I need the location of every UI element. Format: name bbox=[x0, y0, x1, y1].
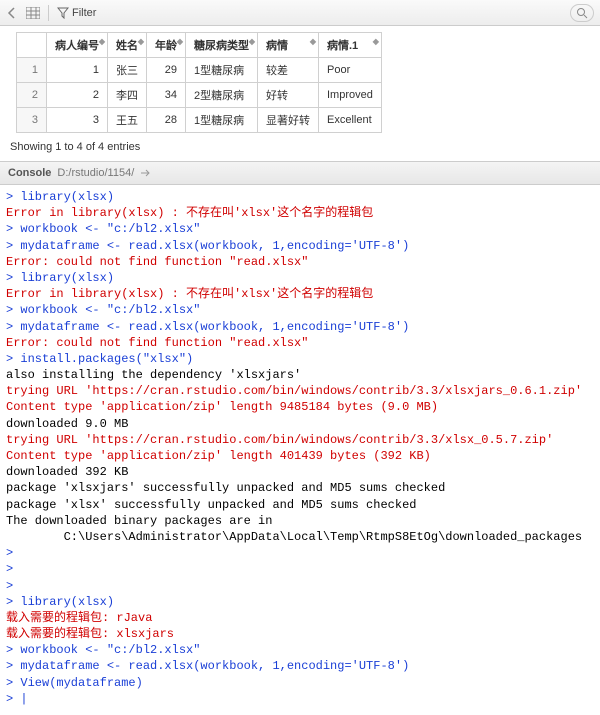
console-line: > library(xlsx) bbox=[6, 270, 594, 286]
cell: 较差 bbox=[258, 58, 319, 83]
console-line: package 'xlsx' successfully unpacked and… bbox=[6, 497, 594, 513]
console-line: > workbook <- "c:/bl2.xlsx" bbox=[6, 302, 594, 318]
console-line: > mydataframe <- read.xlsx(workbook, 1,e… bbox=[6, 658, 594, 674]
console-line: Error: could not find function "read.xls… bbox=[6, 254, 594, 270]
cell: 28 bbox=[147, 108, 186, 133]
cell: 好转 bbox=[258, 83, 319, 108]
rownum-header bbox=[17, 33, 47, 58]
cell: 2 bbox=[47, 83, 108, 108]
cell: 李四 bbox=[108, 83, 147, 108]
console-header: Console D:/rstudio/1154/ bbox=[0, 161, 600, 185]
console-line: package 'xlsxjars' successfully unpacked… bbox=[6, 480, 594, 496]
col-header[interactable]: 年龄◆ bbox=[147, 33, 186, 58]
filter-icon bbox=[57, 7, 69, 19]
console-line: > install.packages("xlsx") bbox=[6, 351, 594, 367]
console-line: > bbox=[6, 578, 594, 594]
console-line: Content type 'application/zip' length 94… bbox=[6, 399, 594, 415]
header-row: 病人编号◆ 姓名◆ 年龄◆ 糖尿病类型◆ 病情◆ 病情.1◆ bbox=[17, 33, 382, 58]
cell: 张三 bbox=[108, 58, 147, 83]
console-line: > library(xlsx) bbox=[6, 594, 594, 610]
col-header[interactable]: 姓名◆ bbox=[108, 33, 147, 58]
sort-icon[interactable]: ◆ bbox=[138, 37, 144, 46]
row-number: 2 bbox=[17, 83, 47, 108]
arrow-left-icon bbox=[6, 7, 18, 19]
data-viewer-toolbar: Filter bbox=[0, 0, 600, 26]
search-button[interactable] bbox=[570, 4, 594, 22]
console-line: C:\Users\Administrator\AppData\Local\Tem… bbox=[6, 529, 594, 545]
back-button[interactable] bbox=[6, 7, 18, 19]
sort-icon[interactable]: ◆ bbox=[310, 37, 316, 46]
console-line: > workbook <- "c:/bl2.xlsx" bbox=[6, 642, 594, 658]
console-line: > bbox=[6, 561, 594, 577]
entries-info: Showing 1 to 4 of 4 entries bbox=[0, 135, 600, 161]
separator bbox=[48, 5, 49, 21]
console-line: > mydataframe <- read.xlsx(workbook, 1,e… bbox=[6, 319, 594, 335]
console-line: > mydataframe <- read.xlsx(workbook, 1,e… bbox=[6, 238, 594, 254]
console-line: trying URL 'https://cran.rstudio.com/bin… bbox=[6, 383, 594, 399]
popout-icon[interactable] bbox=[140, 168, 152, 178]
cell: Excellent bbox=[319, 108, 382, 133]
data-viewer: 病人编号◆ 姓名◆ 年龄◆ 糖尿病类型◆ 病情◆ 病情.1◆ 11张三291型糖… bbox=[0, 26, 600, 135]
col-header[interactable]: 糖尿病类型◆ bbox=[186, 33, 258, 58]
cell: 34 bbox=[147, 83, 186, 108]
row-number: 3 bbox=[17, 108, 47, 133]
cell: 3 bbox=[47, 108, 108, 133]
table-button[interactable] bbox=[26, 7, 40, 19]
console-line: > View(mydataframe) bbox=[6, 675, 594, 691]
cell: Improved bbox=[319, 83, 382, 108]
console-line: > | bbox=[6, 691, 594, 707]
console-line: The downloaded binary packages are in bbox=[6, 513, 594, 529]
cell: 2型糖尿病 bbox=[186, 83, 258, 108]
console-line: trying URL 'https://cran.rstudio.com/bin… bbox=[6, 432, 594, 448]
sort-icon[interactable]: ◆ bbox=[373, 37, 379, 46]
console-line: Error: could not find function "read.xls… bbox=[6, 335, 594, 351]
console-line: > workbook <- "c:/bl2.xlsx" bbox=[6, 221, 594, 237]
table-row[interactable]: 33王五281型糖尿病显著好转Excellent bbox=[17, 108, 382, 133]
console-line: Error in library(xlsx) : 不存在叫'xlsx'这个名字的… bbox=[6, 205, 594, 221]
cell: 1型糖尿病 bbox=[186, 108, 258, 133]
cell: 王五 bbox=[108, 108, 147, 133]
col-header[interactable]: 病人编号◆ bbox=[47, 33, 108, 58]
cell: 显著好转 bbox=[258, 108, 319, 133]
cell: Poor bbox=[319, 58, 382, 83]
table-row[interactable]: 11张三291型糖尿病较差Poor bbox=[17, 58, 382, 83]
sort-icon[interactable]: ◆ bbox=[177, 37, 183, 46]
console-line: Content type 'application/zip' length 40… bbox=[6, 448, 594, 464]
console-line: > bbox=[6, 545, 594, 561]
console-tab[interactable]: Console bbox=[8, 167, 51, 179]
cell: 29 bbox=[147, 58, 186, 83]
console-line: > library(xlsx) bbox=[6, 189, 594, 205]
console-line: also installing the dependency 'xlsxjars… bbox=[6, 367, 594, 383]
table-icon bbox=[26, 7, 40, 19]
console-line: Error in library(xlsx) : 不存在叫'xlsx'这个名字的… bbox=[6, 286, 594, 302]
col-header[interactable]: 病情.1◆ bbox=[319, 33, 382, 58]
sort-icon[interactable]: ◆ bbox=[99, 37, 105, 46]
console-line: downloaded 392 KB bbox=[6, 464, 594, 480]
sort-icon[interactable]: ◆ bbox=[249, 37, 255, 46]
row-number: 1 bbox=[17, 58, 47, 83]
cell: 1 bbox=[47, 58, 108, 83]
console-line: 载入需要的程辑包: rJava bbox=[6, 610, 594, 626]
search-icon bbox=[576, 7, 588, 19]
console-path: D:/rstudio/1154/ bbox=[57, 167, 134, 179]
console-output[interactable]: > library(xlsx)Error in library(xlsx) : … bbox=[0, 185, 600, 715]
data-table: 病人编号◆ 姓名◆ 年龄◆ 糖尿病类型◆ 病情◆ 病情.1◆ 11张三291型糖… bbox=[16, 32, 382, 133]
table-row[interactable]: 22李四342型糖尿病好转Improved bbox=[17, 83, 382, 108]
console-line: 载入需要的程辑包: xlsxjars bbox=[6, 626, 594, 642]
console-line: downloaded 9.0 MB bbox=[6, 416, 594, 432]
filter-label: Filter bbox=[72, 7, 96, 19]
col-header[interactable]: 病情◆ bbox=[258, 33, 319, 58]
filter-button[interactable]: Filter bbox=[57, 7, 96, 19]
cell: 1型糖尿病 bbox=[186, 58, 258, 83]
